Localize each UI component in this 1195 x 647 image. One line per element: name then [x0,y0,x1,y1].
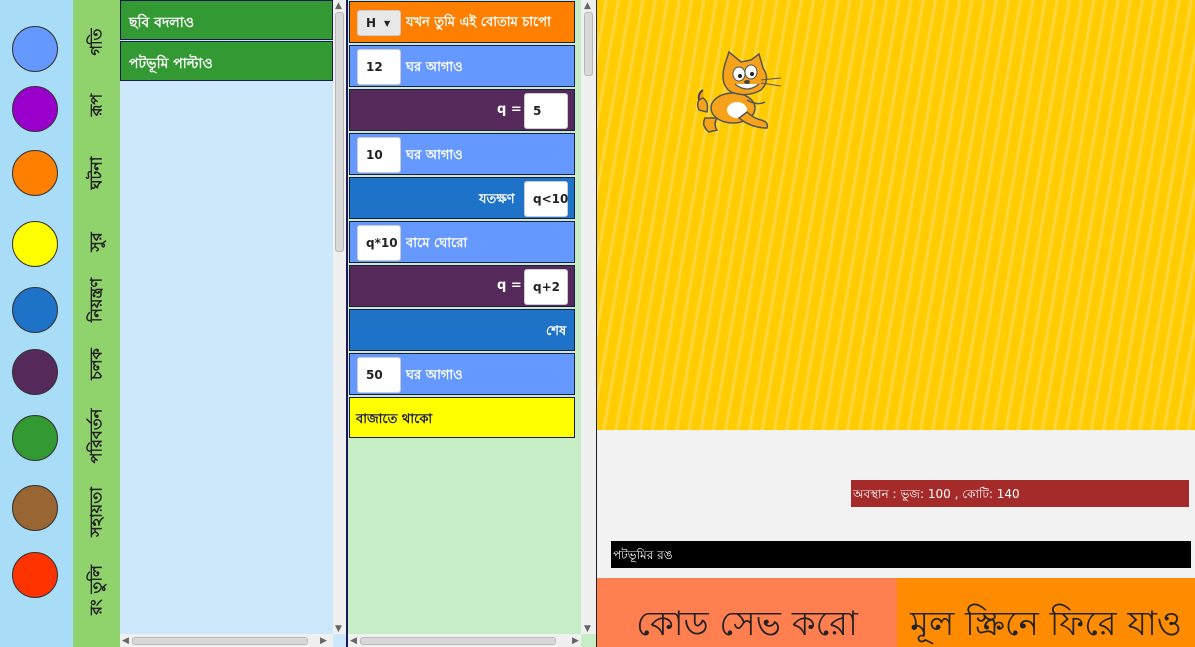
end-block[interactable]: শেষ [349,309,575,351]
color-dot-paint[interactable] [12,552,58,598]
set-variable-block[interactable]: q = 5 [349,89,575,131]
script-horizontal-scrollbar[interactable]: ◀ ▶ [348,634,581,647]
category-help[interactable]: সহায়তা [73,482,120,542]
scroll-up-icon[interactable]: ▲ [584,1,591,11]
color-dot-looks[interactable] [12,86,58,132]
set-variable-block[interactable]: q = q+2 [349,265,575,307]
script-area: H ▼ যখন তুমি এই বোতাম চাপো 12 ঘর আগাও q … [348,0,596,647]
position-readout: অবস্থান : ভুজ: 100 , কোটি: 140 [851,480,1189,507]
move-block[interactable]: 12 ঘর আগাও [349,45,575,87]
category-label: চলক [86,348,105,380]
scroll-down-icon[interactable]: ▼ [584,624,591,634]
category-variables[interactable]: চলক [73,334,120,394]
hat-block-key-press[interactable]: H ▼ যখন তুমি এই বোতাম চাপো [349,1,575,43]
category-label: ঘটনা [86,156,105,190]
scroll-right-icon[interactable]: ▶ [320,636,327,646]
move-steps-input[interactable]: 10 [357,137,401,173]
save-code-button[interactable]: কোড সেভ করো [597,578,897,647]
turn-degrees-input[interactable]: q*10 [357,225,401,261]
turn-label: বামে ঘোরো [406,236,468,251]
block-palette: ছবি বদলাও পটভূমি পাল্টাও ▲ ▼ ◀ ▶ [120,0,346,647]
scroll-down-icon[interactable]: ▼ [335,624,342,634]
scroll-up-icon[interactable]: ▲ [335,1,342,11]
palette-scroll-thumb[interactable] [335,12,344,252]
move-label: ঘর আগাও [406,148,463,163]
stage-canvas[interactable] [597,0,1195,430]
back-to-main-button[interactable]: মূল স্ক্রিনে ফিরে যাও [897,578,1195,647]
while-block[interactable]: যতক্ষণ q<10 [349,177,575,219]
scroll-right-icon[interactable]: ▶ [572,636,579,646]
set-variable-value-input[interactable]: q+2 [524,269,568,305]
key-dropdown[interactable]: H ▼ [357,10,401,36]
category-operators[interactable]: পরিবর্তন [73,406,120,466]
move-label: ঘর আগাও [406,368,463,383]
move-block[interactable]: 10 ঘর আগাও [349,133,575,175]
chevron-down-icon: ▼ [384,18,391,28]
category-motion[interactable]: গতি [73,12,120,72]
script-hscroll-thumb[interactable] [360,637,556,645]
while-label: যতক্ষণ [479,192,515,207]
set-variable-label: q = [497,102,522,117]
key-value: H [366,16,377,30]
cat-sprite-icon[interactable] [695,50,787,136]
move-label: ঘর আগাও [406,60,463,75]
color-dot-variables[interactable] [12,349,58,395]
color-dot-sound[interactable] [12,221,58,267]
turn-left-block[interactable]: q*10 বামে ঘোরো [349,221,575,263]
play-sound-label: বাজাতে থাকো [356,412,433,427]
script-vertical-scrollbar[interactable]: ▲ ▼ [581,0,596,634]
end-label: শেষ [546,324,567,339]
category-label: সুর [86,232,105,252]
play-sound-block[interactable]: বাজাতে থাকো [349,397,575,438]
palette-vertical-scrollbar[interactable]: ▲ ▼ [333,0,346,634]
set-variable-label: q = [497,278,522,293]
move-block[interactable]: 50 ঘর আগাও [349,353,575,395]
category-control[interactable]: নিয়ন্ত্রণ [73,270,120,330]
color-dot-operators[interactable] [12,415,58,461]
category-label: রূপ [86,93,105,117]
category-sound[interactable]: সুর [73,212,120,272]
scroll-left-icon[interactable]: ◀ [122,636,129,646]
palette-hscroll-thumb[interactable] [132,637,308,645]
color-dot-events[interactable] [12,150,58,196]
palette-block-change-costume[interactable]: ছবি বদলাও [120,0,333,40]
background-color-picker[interactable]: পটভূমির রঙ [611,541,1191,568]
color-dot-control[interactable] [12,287,58,333]
category-label: পরিবর্তন [86,408,105,464]
category-looks[interactable]: রূপ [73,75,120,135]
move-steps-input[interactable]: 50 [357,357,401,393]
category-paint[interactable]: রং তুলি [73,560,120,620]
color-column [0,0,73,647]
palette-horizontal-scrollbar[interactable]: ◀ ▶ [120,634,333,647]
category-label: সহায়তা [86,487,105,537]
color-dot-help[interactable] [12,485,58,531]
palette-block-change-backdrop[interactable]: পটভূমি পাল্টাও [120,41,333,81]
while-condition-input[interactable]: q<10 [524,181,568,217]
script-scroll-thumb[interactable] [584,12,593,76]
category-label: নিয়ন্ত্রণ [86,277,105,323]
category-label: রং তুলি [86,565,105,615]
category-column: গতি রূপ ঘটনা সুর নিয়ন্ত্রণ চলক পরিবর্তন… [73,0,120,647]
scroll-left-icon[interactable]: ◀ [350,636,357,646]
color-dot-motion[interactable] [12,26,58,72]
move-steps-input[interactable]: 12 [357,49,401,85]
category-label: গতি [86,28,105,56]
set-variable-value-input[interactable]: 5 [524,93,568,129]
hat-label: যখন তুমি এই বোতাম চাপো [406,15,551,30]
category-events[interactable]: ঘটনা [73,143,120,203]
